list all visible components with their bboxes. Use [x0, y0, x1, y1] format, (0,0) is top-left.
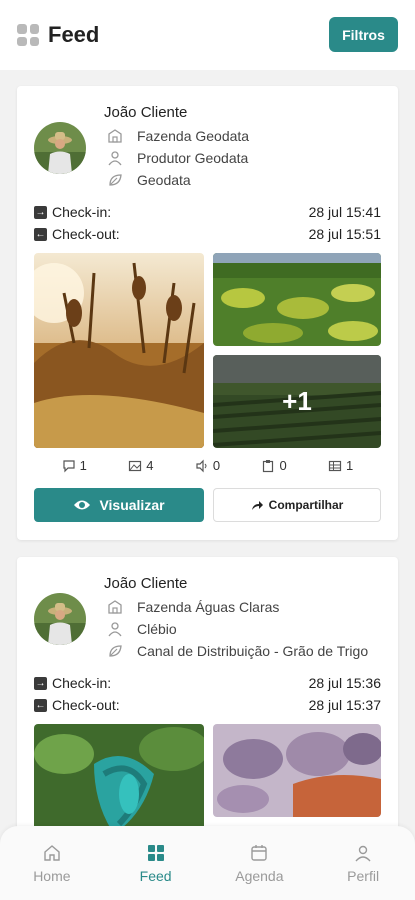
- tab-home[interactable]: Home: [0, 826, 104, 900]
- checkin-time: 28 jul 15:36: [308, 675, 381, 691]
- audios-stat: 0: [195, 458, 220, 473]
- documents-stat: 0: [261, 458, 287, 473]
- farm-icon: [107, 128, 123, 144]
- table-icon: [328, 460, 342, 471]
- share-icon: [251, 501, 263, 510]
- user-icon: [355, 845, 371, 862]
- farm-icon: [107, 599, 123, 615]
- grid-icon: [147, 845, 164, 861]
- crop-name: Canal de Distribuição - Grão de Trigo: [137, 643, 369, 659]
- producer-name: Clébio: [137, 621, 177, 637]
- view-button[interactable]: Visualizar: [34, 488, 204, 522]
- checkout-row: ← Check-out: 28 jul 15:51: [34, 226, 381, 242]
- producer-name: Produtor Geodata: [137, 150, 249, 166]
- checkout-icon: ←: [34, 227, 47, 241]
- leaf-icon: [107, 643, 123, 659]
- farm-name: Fazenda Geodata: [137, 128, 250, 144]
- tables-stat: 1: [328, 458, 353, 473]
- checkin-row: → Check-in: 28 jul 15:41: [34, 204, 381, 220]
- checkout-label: Check-out:: [52, 226, 120, 242]
- post-photo[interactable]: [213, 724, 381, 817]
- eye-icon: [74, 500, 91, 510]
- more-photos-count: +1: [213, 355, 381, 448]
- comment-icon: [63, 459, 75, 472]
- share-button[interactable]: Compartilhar: [213, 488, 381, 522]
- page-title: Feed: [48, 22, 100, 47]
- post-photo[interactable]: [213, 253, 381, 346]
- home-icon: [44, 845, 60, 861]
- leaf-icon: [107, 172, 123, 188]
- image-icon: [129, 460, 142, 471]
- feed-list[interactable]: João Cliente Fazenda Geodata Produtor Ge…: [0, 70, 415, 830]
- filters-button[interactable]: Filtros: [329, 17, 398, 52]
- tab-feed[interactable]: Feed: [104, 826, 208, 900]
- top-bar: Feed Filtros: [0, 0, 415, 70]
- feed-card: João Cliente Fazenda Águas Claras Clébio…: [17, 557, 398, 830]
- post-photo-large[interactable]: [34, 724, 204, 830]
- comments-stat: 1: [62, 458, 87, 473]
- post-user-name: João Cliente: [104, 575, 188, 592]
- checkout-row: ← Check-out: 28 jul 15:37: [34, 697, 381, 713]
- tab-perfil[interactable]: Perfil: [311, 826, 415, 900]
- avatar[interactable]: [34, 122, 86, 174]
- avatar[interactable]: [34, 593, 86, 645]
- calendar-icon: [251, 845, 268, 861]
- farm-name: Fazenda Águas Claras: [137, 599, 280, 615]
- checkin-row: → Check-in: 28 jul 15:36: [34, 675, 381, 691]
- speaker-icon: [196, 459, 207, 472]
- checkin-label: Check-in:: [52, 204, 112, 220]
- crop-row: Geodata: [107, 172, 191, 188]
- images-stat: 4: [128, 458, 154, 473]
- tab-agenda[interactable]: Agenda: [208, 826, 312, 900]
- farm-row: Fazenda Geodata: [107, 128, 249, 144]
- checkout-time: 28 jul 15:37: [308, 697, 381, 713]
- post-photo-more[interactable]: +1: [213, 355, 381, 448]
- user-icon: [107, 150, 123, 166]
- feed-card: João Cliente Fazenda Geodata Produtor Ge…: [17, 86, 398, 540]
- post-user-name: João Cliente: [104, 104, 188, 121]
- bottom-tab-bar: Home Feed Agenda Perfil: [0, 826, 415, 900]
- user-icon: [107, 621, 123, 637]
- clipboard-icon: [263, 459, 274, 472]
- post-photo-large[interactable]: [34, 253, 204, 448]
- checkout-time: 28 jul 15:51: [308, 226, 381, 242]
- crop-row: Canal de Distribuição - Grão de Trigo: [107, 643, 368, 659]
- farm-row: Fazenda Águas Claras: [107, 599, 279, 615]
- checkout-icon: ←: [34, 698, 47, 712]
- checkin-icon: →: [34, 205, 47, 219]
- checkin-icon: →: [34, 676, 47, 690]
- crop-name: Geodata: [137, 172, 191, 188]
- checkin-label: Check-in:: [52, 675, 112, 691]
- feed-grid-icon: [17, 24, 39, 46]
- producer-row: Produtor Geodata: [107, 150, 248, 166]
- post-stats: 1 4 0 0 1: [17, 458, 398, 473]
- checkin-time: 28 jul 15:41: [308, 204, 381, 220]
- producer-row: Clébio: [107, 621, 177, 637]
- checkout-label: Check-out:: [52, 697, 120, 713]
